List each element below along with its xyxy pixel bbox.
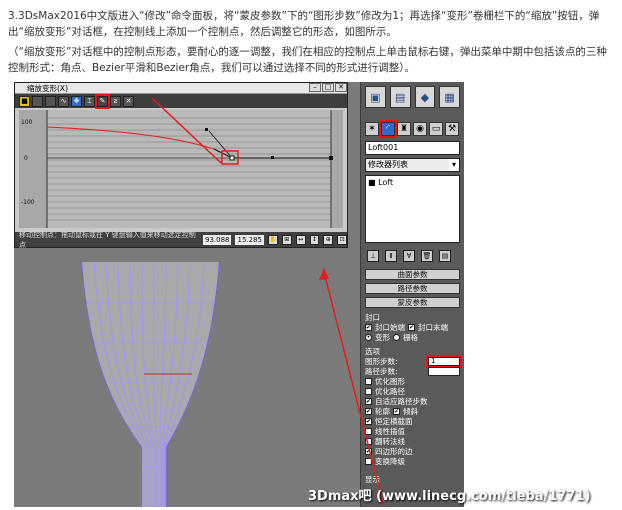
render-icon[interactable]: ◆	[414, 86, 436, 108]
contour-checkbox[interactable]: ✔	[365, 407, 372, 415]
article-text: 3.3DsMax2016中文版进入“修改”命令面板，将“蒙皮参数”下的“图形步数…	[8, 8, 616, 80]
move-control-point-icon[interactable]: ✥	[71, 95, 82, 107]
tick-label-minus-100: -100	[21, 199, 35, 206]
utilities-tab-icon[interactable]: ⚒	[445, 122, 459, 136]
delete-control-point-icon[interactable]: ƨ	[110, 95, 121, 107]
morph-radio[interactable]: •	[365, 333, 372, 341]
options-label: 选项	[365, 346, 380, 356]
constant-cross-section-checkbox[interactable]: ✔	[365, 417, 372, 425]
top-toolbar: ▣ ▤ ◆ ▦	[361, 82, 464, 112]
window-buttons: – □ ✕	[309, 83, 347, 93]
max-screenshot: ▣ ▤ ◆ ▦ ✶ ◜ ♜ ◉ ▭ ⚒ Loft001 修改器列表 ▾ ■ Lo…	[14, 82, 464, 507]
optimize-path-checkbox[interactable]	[365, 387, 372, 395]
stack-item-loft[interactable]: ■ Loft	[368, 178, 457, 187]
command-tabs: ✶ ◜ ♜ ◉ ▭ ⚒	[361, 120, 464, 138]
bezier-handle[interactable]	[205, 128, 208, 131]
layout-icon[interactable]: ▣	[365, 86, 386, 108]
zoom-vertical-icon[interactable]: ↕	[309, 234, 320, 245]
make-symmetrical-icon[interactable]: ■	[19, 95, 30, 107]
dialog-toolbar: ■ ∿ ✥ ⌶ ✎ ƨ ✕	[15, 93, 347, 109]
capping-group: 封口 ✔ 封口始端 ✔ 封口末端 • 变形 栅格	[365, 312, 460, 342]
dialog-title: 缩放变形(X)	[27, 84, 68, 93]
stack-toolbar: ⊥ Ⅱ ∀ 🗑 ▤	[361, 246, 464, 266]
grid-label: 栅格	[403, 332, 418, 342]
tick-label-0: 0	[24, 155, 28, 162]
display-group: 显示	[365, 474, 460, 484]
flip-normals-checkbox[interactable]	[365, 437, 372, 445]
stack-item-label: Loft	[378, 178, 394, 187]
watermark: 3Dmax吧 (www.linecg.com/tieba/1771)	[308, 489, 591, 504]
quad-sides-checkbox[interactable]: ✔	[365, 447, 372, 455]
zoom-horizontal-icon[interactable]: ↔	[295, 234, 306, 245]
object-name-field[interactable]: Loft001	[365, 141, 460, 155]
make-unique-icon[interactable]: ∀	[403, 250, 415, 262]
tick-label-100: 100	[21, 119, 33, 126]
render-frame-icon[interactable]: ▦	[439, 86, 460, 108]
path-steps-spinner[interactable]	[428, 366, 460, 376]
x-value-field[interactable]: 93.088	[202, 234, 232, 245]
options-group: 选项 图形步数: 1 路径步数: 优化图形 优化路径 ✔ 自适应路径步数 ✔ 轮廓 …	[365, 346, 462, 466]
show-end-result-icon[interactable]: Ⅱ	[385, 250, 397, 262]
zoom-icon[interactable]: ⊕	[323, 234, 334, 245]
minimize-icon[interactable]: –	[309, 83, 321, 92]
cap-end-label: 封口末端	[418, 322, 448, 332]
control-point[interactable]	[229, 155, 235, 161]
rollout-surface-params[interactable]: 曲面参数	[365, 269, 460, 280]
scale-control-point-icon[interactable]: ⌶	[84, 95, 95, 107]
render-setup-icon[interactable]: ▤	[389, 86, 411, 108]
control-point[interactable]	[329, 156, 333, 160]
hierarchy-tab-icon[interactable]: ♜	[397, 122, 411, 136]
article-paragraph-1: 3.3DsMax2016中文版进入“修改”命令面板，将“蒙皮参数”下的“图形步数…	[8, 10, 600, 38]
rollout-skin-params[interactable]: 蒙皮参数	[365, 297, 460, 308]
optimize-shapes-checkbox[interactable]	[365, 377, 372, 385]
dialog-statusbar: 移动控制点：拖动鼠标或在 Y 键盘输入值来移动选定控制点 93.088 15.2…	[15, 230, 348, 249]
create-tab-icon[interactable]: ✶	[365, 122, 379, 136]
graph-canvas: 100 0 -100	[19, 110, 343, 228]
viewport[interactable]	[14, 262, 360, 507]
status-text: 移动控制点：拖动鼠标或在 Y 键盘输入值来移动选定控制点	[19, 230, 196, 249]
transform-degrade-checkbox[interactable]	[365, 457, 372, 465]
zoom-region-icon[interactable]: ⊡	[337, 234, 348, 245]
close-icon[interactable]: ✕	[335, 83, 347, 92]
cap-start-checkbox[interactable]: ✔	[365, 323, 372, 331]
capping-label: 封口	[365, 312, 380, 322]
insert-corner-point-icon[interactable]: ✎	[95, 93, 110, 109]
option-label: 变换降级	[375, 456, 405, 466]
banking-checkbox[interactable]: ✔	[393, 407, 400, 415]
display-xy-icon[interactable]: ∿	[58, 95, 69, 107]
scale-deformation-dialog: 缩放变形(X) – □ ✕ ■ ∿ ✥ ⌶ ✎ ƨ ✕ 100 0 -100 移…	[14, 82, 348, 249]
display-y-icon[interactable]	[45, 95, 56, 107]
command-panel: ▣ ▤ ◆ ▦ ✶ ◜ ♜ ◉ ▭ ⚒ Loft001 修改器列表 ▾ ■ Lo…	[360, 82, 464, 507]
chevron-down-icon: ▾	[449, 159, 459, 171]
modifier-stack: ■ Loft	[365, 175, 460, 243]
grid-radio[interactable]	[393, 333, 400, 341]
article-paragraph-2: （“缩放变形”对话框中的控制点形态，要耐心的逐一调整，我们在相应的控制点上单击鼠…	[8, 46, 607, 74]
bezier-handle[interactable]	[271, 156, 274, 159]
reset-curve-icon[interactable]: ✕	[123, 95, 134, 107]
pin-stack-icon[interactable]: ⊥	[367, 250, 379, 262]
display-label: 显示	[365, 474, 380, 484]
pan-icon[interactable]: ✋	[267, 234, 278, 245]
zoom-extents-icon[interactable]: ⊞	[281, 234, 292, 245]
adaptive-path-checkbox[interactable]: ✔	[365, 397, 372, 405]
remove-modifier-icon[interactable]: 🗑	[421, 250, 433, 262]
configure-sets-icon[interactable]: ▤	[439, 250, 451, 262]
motion-tab-icon[interactable]: ◉	[413, 122, 427, 136]
modifier-list-label: 修改器列表	[368, 160, 408, 169]
cap-end-checkbox[interactable]: ✔	[408, 323, 415, 331]
morph-label: 变形	[375, 332, 390, 342]
rollout-path-params[interactable]: 路径参数	[365, 283, 460, 294]
shape-steps-spinner[interactable]: 1	[426, 354, 462, 368]
maximize-icon[interactable]: □	[322, 83, 334, 92]
display-x-icon[interactable]	[32, 95, 43, 107]
modify-tab-icon[interactable]: ◜	[379, 120, 397, 138]
dialog-titlebar[interactable]: 缩放变形(X) – □ ✕	[15, 83, 347, 94]
loft-mesh	[81, 262, 220, 507]
modifier-list-dropdown[interactable]: 修改器列表 ▾	[365, 158, 460, 172]
deformation-graph[interactable]: 100 0 -100	[19, 110, 343, 228]
y-value-field[interactable]: 15.285	[235, 234, 264, 245]
display-tab-icon[interactable]: ▭	[429, 122, 443, 136]
linear-interpolation-checkbox[interactable]	[365, 427, 372, 435]
